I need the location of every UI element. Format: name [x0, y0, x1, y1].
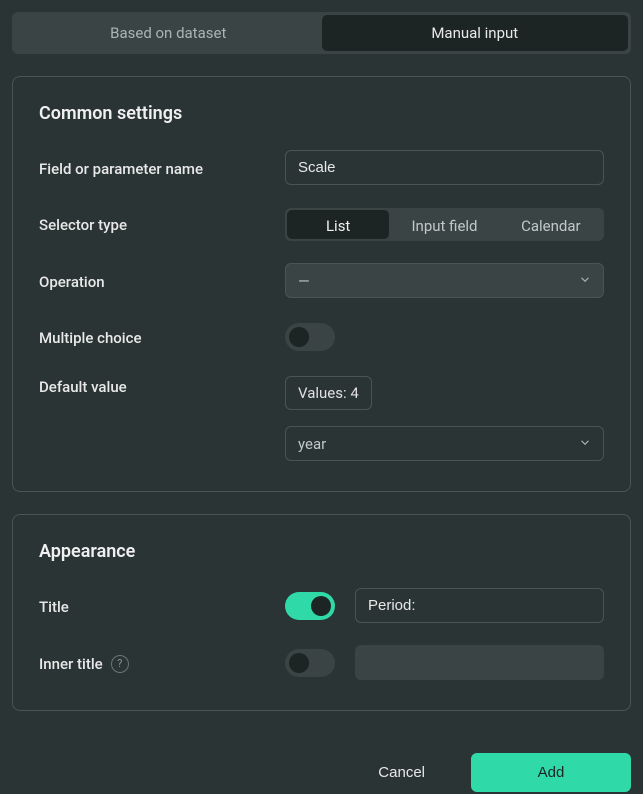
selector-type-list[interactable]: List — [287, 210, 389, 239]
inner-title-toggle[interactable] — [285, 649, 335, 677]
add-button[interactable]: Add — [471, 753, 631, 792]
multiple-choice-toggle[interactable] — [285, 323, 335, 351]
help-icon[interactable]: ? — [111, 655, 129, 673]
title-input[interactable] — [355, 588, 604, 623]
selector-type-label: Selector type — [39, 216, 127, 234]
operation-label: Operation — [39, 273, 105, 291]
tab-based-on-dataset[interactable]: Based on dataset — [15, 15, 322, 51]
selector-type-input-field[interactable]: Input field — [393, 210, 495, 239]
title-label: Title — [39, 598, 69, 616]
default-values-chip[interactable]: Values: 4 — [285, 376, 372, 410]
operation-value: — — [298, 272, 310, 290]
dialog-footer: Cancel Add — [12, 753, 631, 792]
title-toggle[interactable] — [285, 592, 335, 620]
appearance-panel: Appearance Title Inner title ? — [12, 514, 631, 711]
default-value-select[interactable]: year — [285, 426, 604, 461]
common-settings-title: Common settings — [39, 103, 604, 124]
selector-type-segmented: List Input field Calendar — [285, 208, 604, 241]
cancel-button[interactable]: Cancel — [362, 754, 441, 791]
selector-type-calendar[interactable]: Calendar — [500, 210, 602, 239]
appearance-title: Appearance — [39, 541, 604, 562]
multiple-choice-label: Multiple choice — [39, 329, 141, 347]
operation-select[interactable]: — — [285, 263, 604, 298]
field-name-label: Field or parameter name — [39, 160, 203, 178]
common-settings-panel: Common settings Field or parameter name … — [12, 76, 631, 492]
default-value-selected: year — [298, 435, 326, 453]
inner-title-label: Inner title — [39, 655, 103, 673]
inner-title-input — [355, 645, 604, 680]
field-name-input[interactable] — [285, 150, 604, 185]
tab-manual-input[interactable]: Manual input — [322, 15, 629, 51]
default-value-label: Default value — [39, 378, 127, 396]
source-tab-bar: Based on dataset Manual input — [12, 12, 631, 54]
